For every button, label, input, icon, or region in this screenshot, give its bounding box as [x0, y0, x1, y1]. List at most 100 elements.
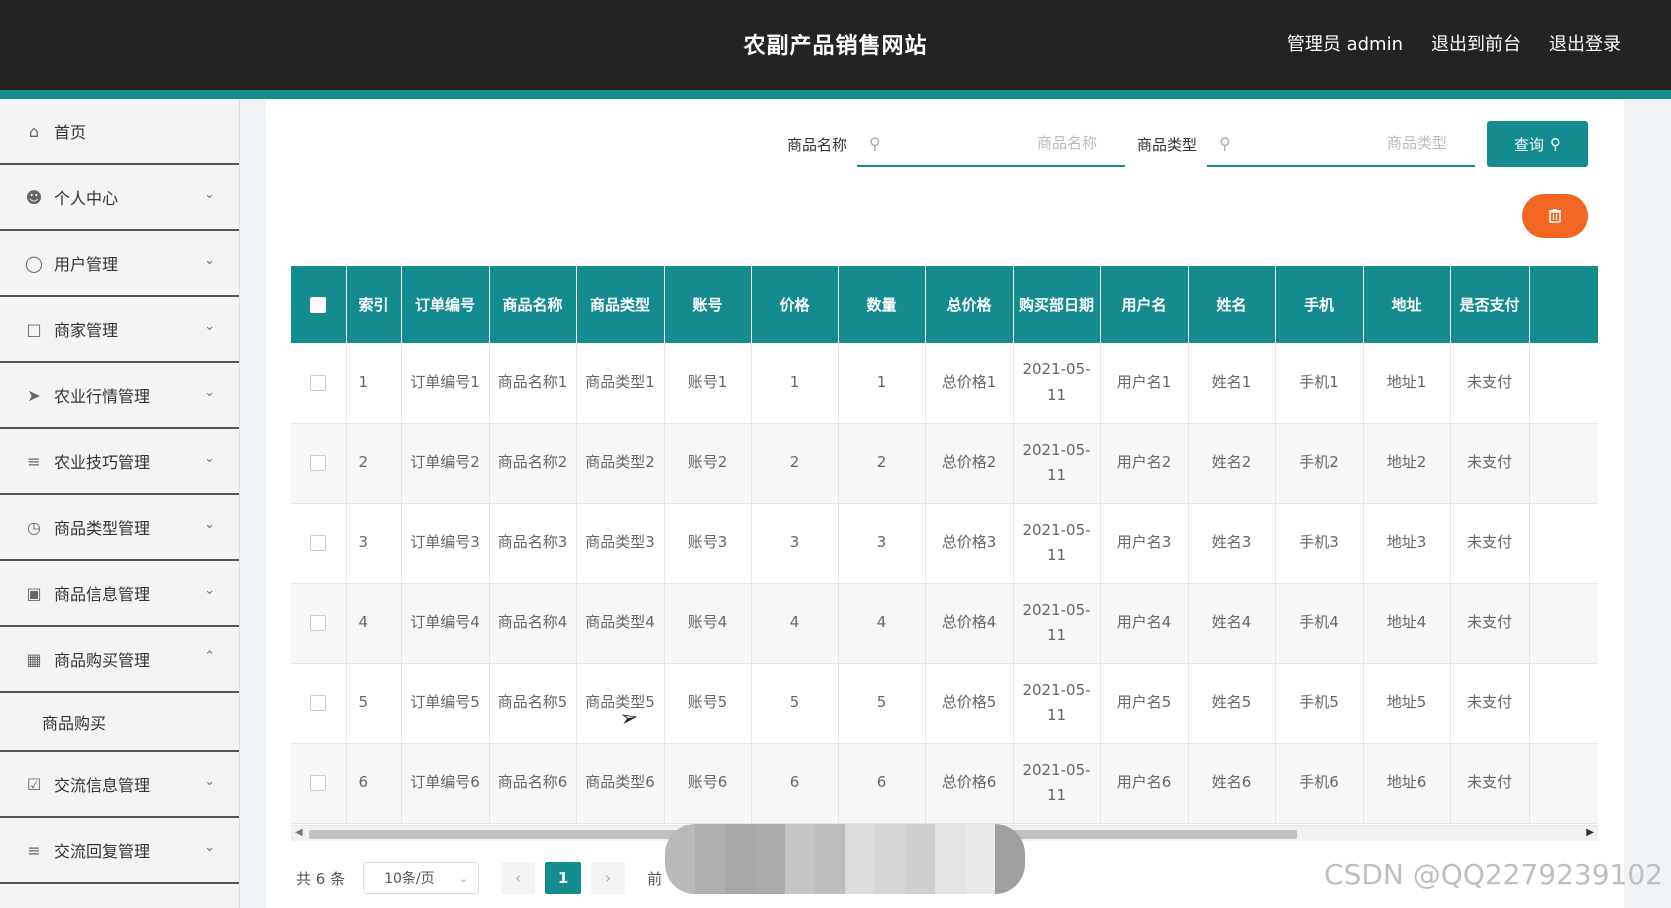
table-cell: 3	[346, 503, 402, 584]
sidebar-item-8[interactable]: ▦ 商品购买管理 ⌃	[0, 627, 239, 693]
sidebar-item-4[interactable]: ➤ 农业行情管理 ⌄	[0, 363, 239, 429]
main-panel: 商品名称 ⚲ 商品类型 ⚲ 查询 ⚲	[266, 99, 1624, 908]
table-cell	[1529, 343, 1598, 424]
sidebar-item-0[interactable]: ⌂ 首页	[0, 99, 239, 165]
delete-box-icon: ▣	[26, 583, 42, 603]
select-all-checkbox[interactable]	[310, 297, 327, 313]
column-header: 数量	[838, 266, 926, 343]
sidebar-item-3[interactable]: □ 商家管理 ⌄	[0, 297, 239, 363]
table-row[interactable]: 5 订单编号5 商品名称5 商品类型5 账号5 5 5 总价格5 2021-05-11 用户名5 姓…	[291, 663, 1598, 744]
row-checkbox[interactable]	[310, 694, 327, 711]
select-all-header[interactable]	[291, 266, 347, 343]
sidebar-item-label: 交流信息管理	[54, 776, 151, 795]
next-page-button[interactable]: ›	[591, 862, 626, 894]
column-header: 订单编号	[401, 266, 490, 343]
table-row[interactable]: 4 订单编号4 商品名称4 商品类型4 账号4 4 4 总价格4 2021-05-11 用户名4 姓…	[291, 583, 1598, 664]
scroll-left-arrow-icon[interactable]: ◀	[295, 827, 303, 838]
table-row[interactable]: 6 订单编号6 商品名称6 商品类型6 账号6 6 6 总价格6 2021-05-11 用户名6 姓…	[291, 743, 1598, 824]
sidebar-item-10[interactable]: ≡ 交流回复管理 ⌄	[0, 818, 239, 884]
query-button[interactable]: 查询 ⚲	[1487, 121, 1588, 167]
sidebar-item-11[interactable]: ✉留言板管理⌄	[0, 884, 239, 908]
table-cell: 手机1	[1275, 343, 1364, 424]
table-cell: 1	[346, 343, 402, 424]
table-cell: 订单编号5	[401, 663, 490, 744]
home-icon: ⌂	[28, 121, 40, 141]
row-checkbox[interactable]	[310, 534, 327, 551]
sidebar-item-1[interactable]: ☻ 个人中心 ⌄	[0, 165, 239, 231]
delete-button[interactable]	[1522, 194, 1588, 238]
sidebar-item-5[interactable]: ≡ 农业技巧管理 ⌄	[0, 429, 239, 495]
table-cell: 3	[751, 503, 839, 584]
table-cell: 商品名称3	[489, 503, 577, 584]
row-select-cell[interactable]	[291, 343, 347, 424]
watermark: CSDN @QQ2279239102	[1324, 858, 1663, 891]
table-cell: 姓名5	[1188, 663, 1276, 744]
table-cell: 地址2	[1363, 423, 1451, 504]
table-cell: 账号6	[664, 743, 752, 824]
pagination: 共 6 条 10条/页 ⌄ ‹ 1 › 前	[296, 862, 662, 894]
table-cell: 商品名称6	[489, 743, 577, 824]
column-header: 价格	[751, 266, 839, 343]
product-type-input[interactable]	[1247, 129, 1447, 157]
table-cell: 4	[838, 583, 926, 664]
page-size-value: 10条/页	[384, 871, 435, 887]
row-checkbox[interactable]	[310, 374, 327, 391]
row-select-cell[interactable]	[291, 423, 347, 504]
jump-to-page-label: 前	[647, 869, 663, 888]
total-count: 共 6 条	[296, 869, 346, 888]
column-header: 地址	[1363, 266, 1451, 343]
column-header: 手机	[1275, 266, 1364, 343]
product-name-field[interactable]: ⚲	[856, 121, 1125, 167]
table-cell: 商品名称2	[489, 423, 577, 504]
page-size-select[interactable]: 10条/页 ⌄	[363, 862, 480, 894]
mosaic-block	[695, 859, 725, 894]
table-row[interactable]: 3 订单编号3 商品名称3 商品类型3 账号3 3 3 总价格3 2021-05-11 用户名3 姓…	[291, 503, 1598, 584]
product-name-input[interactable]	[896, 129, 1097, 157]
admin-user-link[interactable]: 管理员 admin	[1287, 30, 1403, 56]
table-cell: 未支付	[1450, 343, 1530, 424]
sidebar-item-9[interactable]: ☑ 交流信息管理 ⌄	[0, 752, 239, 818]
table-cell: 姓名2	[1188, 423, 1276, 504]
purchase-table-container: 索引 订单编号 商品名称 商品类型 账号 价格 数量 总价格 购买部日期 用户名 姓名 手机 地址 是否支…	[291, 266, 1598, 846]
table-cell: 总价格6	[925, 743, 1014, 824]
table-cell: 用户名4	[1100, 583, 1189, 664]
sidebar-item-2[interactable]: ◯ 用户管理 ⌄	[0, 231, 239, 297]
row-checkbox[interactable]	[310, 614, 327, 631]
sidebar-item-label: 交流回复管理	[54, 842, 151, 861]
table-cell: 商品类型1	[576, 343, 665, 424]
top-links: 管理员 admin 退出到前台 退出登录	[1287, 30, 1621, 56]
sidebar-item-6[interactable]: ◷ 商品类型管理 ⌄	[0, 495, 239, 561]
clock-icon: ◷	[27, 517, 41, 537]
back-to-frontend-link[interactable]: 退出到前台	[1431, 30, 1521, 56]
table-cell: 手机3	[1275, 503, 1364, 584]
mosaic-block	[875, 824, 905, 859]
row-checkbox[interactable]	[310, 454, 327, 471]
trash-icon	[1549, 209, 1561, 223]
table-cell: 2	[346, 423, 402, 504]
table-cell: 姓名1	[1188, 343, 1276, 424]
row-select-cell[interactable]	[291, 503, 347, 584]
row-select-cell[interactable]	[291, 663, 347, 744]
scroll-right-arrow-icon[interactable]: ▶	[1586, 827, 1594, 838]
logout-link[interactable]: 退出登录	[1549, 30, 1621, 56]
table-cell: 4	[751, 583, 839, 664]
row-select-cell[interactable]	[291, 743, 347, 824]
table-cell: 订单编号3	[401, 503, 490, 584]
table-cell: 商品名称1	[489, 343, 577, 424]
page-number-button[interactable]: 1	[545, 862, 582, 894]
sidebar-item-7[interactable]: ▣ 商品信息管理 ⌄	[0, 561, 239, 627]
sidebar: ⌂ 首页 ☻ 个人中心 ⌄ ◯ 用户管理 ⌄ □ 商家管理 ⌄ ➤ 农业行情管理 ⌄ ≡ 农业技巧管理 ⌄ ◷ 商品…	[0, 99, 240, 908]
table-cell: 姓名6	[1188, 743, 1276, 824]
table-cell: 总价格5	[925, 663, 1014, 744]
user-icon: ☻	[25, 187, 43, 207]
sidebar-item-label: 商品类型管理	[54, 519, 151, 538]
table-cell: 商品类型3	[576, 503, 665, 584]
prev-page-button[interactable]: ‹	[501, 862, 536, 894]
product-type-field[interactable]: ⚲	[1207, 121, 1475, 167]
row-checkbox[interactable]	[310, 774, 327, 791]
submenu-item-purchase[interactable]: 商品购买	[0, 693, 239, 752]
table-row[interactable]: 2 订单编号2 商品名称2 商品类型2 账号2 2 2 总价格2 2021-05-11 用户名2 姓…	[291, 423, 1598, 504]
row-select-cell[interactable]	[291, 583, 347, 664]
table-row[interactable]: 1 订单编号1 商品名称1 商品类型1 账号1 1 1 总价格1 2021-05-11 用户名1 姓…	[291, 343, 1598, 424]
globe-icon: ◯	[25, 253, 43, 273]
